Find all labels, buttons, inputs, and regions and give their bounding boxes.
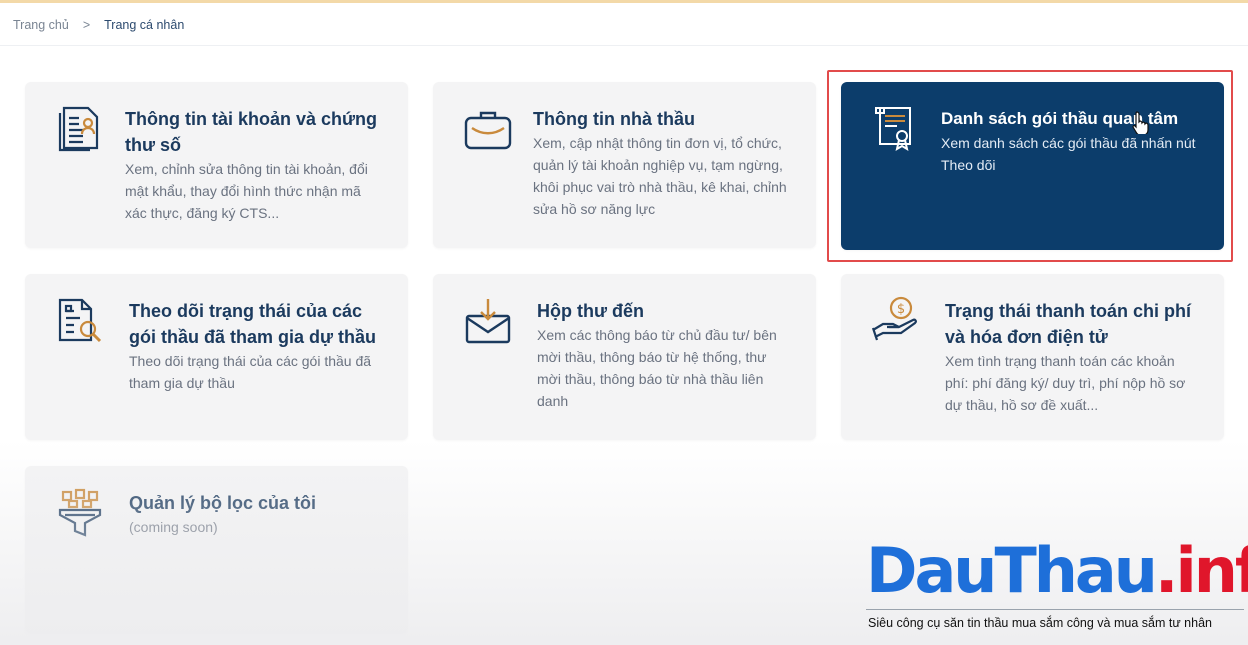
logo-divider [866, 609, 1244, 610]
card-payment-status[interactable]: $ Trạng thái thanh toán chi phí và hóa đ… [841, 274, 1224, 440]
account-document-icon [55, 104, 105, 154]
card-title: Danh sách gói thầu quan tâm [941, 109, 1179, 128]
card-title: Trạng thái thanh toán chi phí và hóa đơn… [945, 301, 1191, 347]
card-title: Quản lý bộ lọc của tôi [129, 493, 317, 513]
breadcrumb-separator: > [82, 18, 91, 32]
breadcrumb-current: Trang cá nhân [104, 18, 185, 32]
card-my-filters[interactable]: Quản lý bộ lọc của tôi (coming soon) [25, 466, 408, 634]
card-description: Xem các thông báo từ chủ đầu tư/ bên mời… [537, 327, 777, 409]
logo-wordmark: DauThau.info [866, 534, 1248, 607]
card-description: Xem, chỉnh sửa thông tin tài khoản, đổi … [125, 161, 368, 221]
card-description: Xem, cập nhật thông tin đơn vị, tổ chức,… [533, 135, 787, 217]
card-description: Theo dõi trạng thái của các gói thầu đã … [129, 353, 372, 391]
payment-hand-icon: $ [871, 296, 921, 346]
breadcrumb: Trang chủ > Trang cá nhân [13, 16, 184, 34]
card-description: Xem tình trạng thanh toán các khoản phí:… [945, 353, 1186, 413]
certificate-icon [871, 104, 921, 154]
hand-cursor-icon [1132, 111, 1149, 134]
card-title: Hộp thư đến [537, 301, 645, 321]
card-title: Thông tin nhà thầu [533, 109, 695, 129]
filter-icon [55, 488, 105, 538]
card-title: Thông tin tài khoản và chứng thư số [125, 109, 378, 155]
header-divider [0, 45, 1248, 46]
top-accent-line [0, 0, 1248, 3]
document-search-icon [55, 296, 105, 346]
logo-tagline: Siêu công cụ săn tin thầu mua sắm công v… [868, 616, 1212, 630]
breadcrumb-home-link[interactable]: Trang chủ [13, 18, 69, 32]
card-contractor-info[interactable]: Thông tin nhà thầu Xem, cập nhật thông t… [433, 82, 816, 248]
card-description: Xem danh sách các gói thầu đã nhấn nút T… [941, 135, 1196, 173]
card-title: Theo dõi trạng thái của các gói thầu đã … [129, 301, 377, 347]
card-track-bids[interactable]: Theo dõi trạng thái của các gói thầu đã … [25, 274, 408, 440]
card-inbox[interactable]: Hộp thư đến Xem các thông báo từ chủ đầu… [433, 274, 816, 440]
dauthau-logo: DauThau.info Siêu công cụ săn tin thầu m… [866, 536, 1248, 636]
card-account-info[interactable]: Thông tin tài khoản và chứng thư số Xem,… [25, 82, 408, 248]
briefcase-icon [463, 104, 513, 154]
inbox-icon [463, 296, 513, 346]
card-description: (coming soon) [129, 519, 218, 535]
svg-text:$: $ [897, 302, 905, 317]
card-watched-packages[interactable]: Danh sách gói thầu quan tâm Xem danh sác… [841, 82, 1224, 250]
